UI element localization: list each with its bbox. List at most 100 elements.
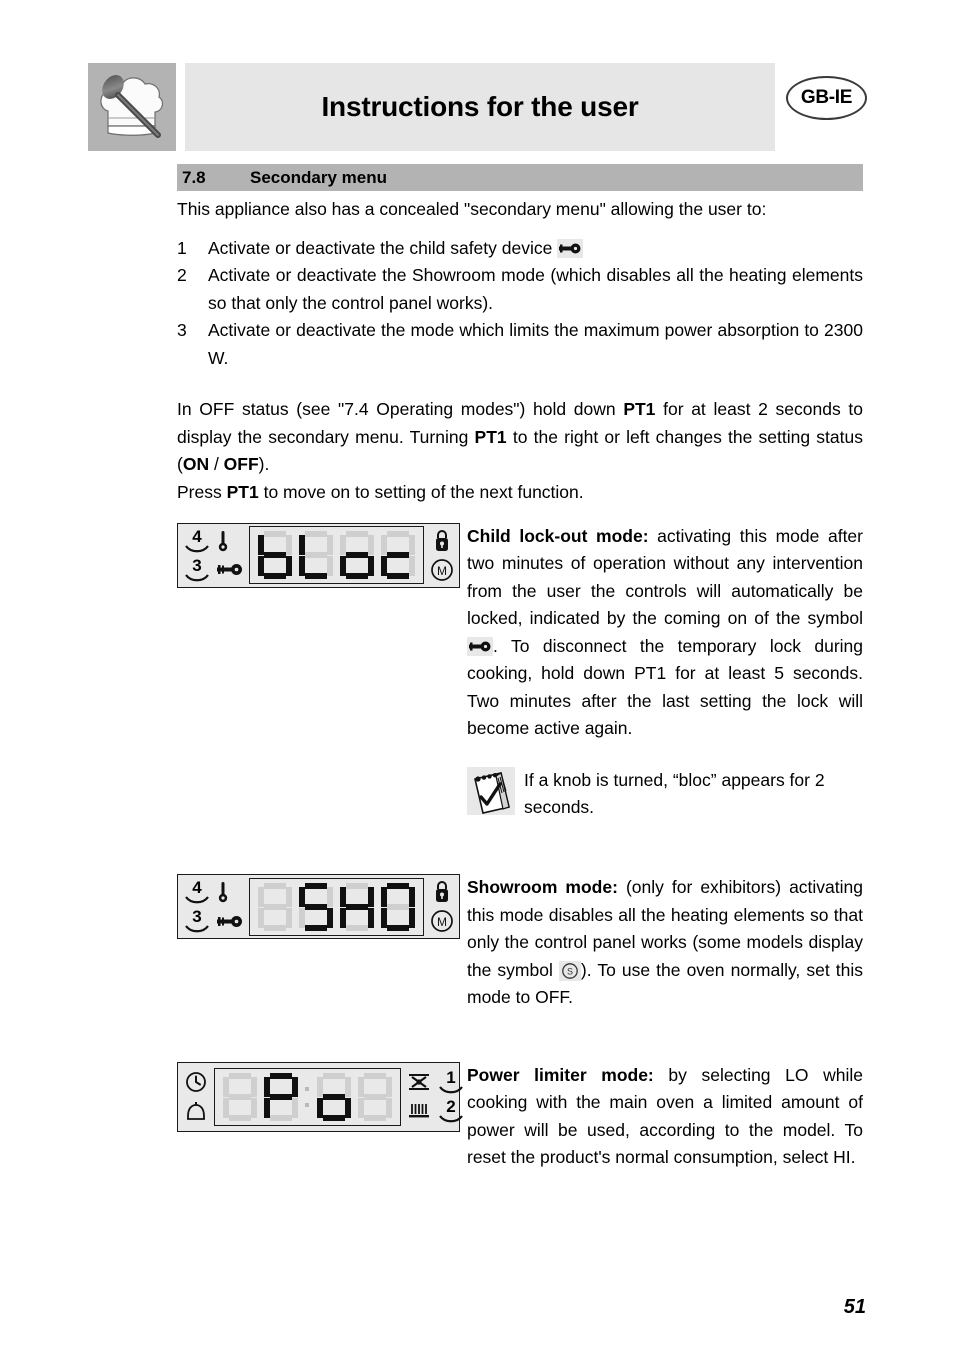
zone-2-label: 2 (446, 1097, 456, 1116)
lcd-digit-1 (223, 1072, 257, 1121)
page-title: Instructions for the user (321, 91, 639, 122)
svg-text:S: S (567, 966, 573, 976)
key-icon (467, 637, 493, 657)
memory-m-icon: M (430, 558, 454, 582)
lcd-left-icons: 4 3 (184, 528, 243, 583)
showroom-title: Showroom mode: (467, 877, 618, 897)
power-limiter-text: Power limiter mode: by selecting LO whil… (467, 1062, 863, 1172)
power-limiter-section: 1 2 Power limiter mode: by selecting LO … (177, 1061, 863, 1222)
showroom-description: Showroom mode: (only for exhibitors) act… (467, 874, 863, 1012)
lcd-left-icons-row-bottom (184, 1098, 208, 1124)
circle-s-icon: S (558, 960, 581, 981)
lcd-left-icons-row-bottom: 3 (184, 908, 243, 934)
thermometer-icon (217, 529, 229, 553)
list-item-label: Activate or deactivate the child safety … (208, 237, 558, 258)
lcd-digit-1 (258, 882, 292, 931)
showroom-section: 4 3 M Showroom mode: (only for exhibitor… (177, 874, 863, 1044)
pan-4-icon: 4 (184, 528, 210, 554)
list-item-number: 2 (177, 265, 187, 285)
page-number: 51 (843, 1296, 866, 1318)
child-lock-section: 4 3 M Child lock-out mode: activating th… (177, 522, 863, 767)
op-text-i: ). (258, 454, 270, 474)
pan-4-label: 4 (192, 526, 202, 546)
lcd-digit-2 (299, 531, 333, 579)
op-slash: / (209, 454, 224, 474)
press-text: Press (177, 481, 227, 502)
list-item-text: Activate or deactivate the mode which li… (208, 320, 863, 368)
lcd-panel-child-lock: 4 3 M (177, 522, 460, 588)
lcd-screen-power-limiter (214, 1067, 401, 1126)
padlock-icon (433, 529, 451, 553)
list-item: 3 Activate or deactivate the mode which … (177, 317, 863, 372)
heating-element-icon (407, 1101, 431, 1121)
note-section: If a knob is turned, “bloc” appears for … (177, 766, 863, 857)
lcd-right-icons: 1 2 (407, 1069, 464, 1124)
pan-4-icon: 4 (184, 879, 210, 905)
intro-content: This appliance also has a concealed "sec… (177, 196, 863, 506)
clock-icon (184, 1070, 208, 1094)
lcd-left-icons-row-top: 4 (184, 879, 243, 905)
op-off: OFF (223, 454, 259, 474)
section-heading-bar: 7.8 Secondary menu (177, 164, 863, 191)
notepad-check-icon (467, 766, 515, 815)
zone-1-icon: 1 (438, 1069, 464, 1095)
mode-sections: 4 3 M Child lock-out mode: activating th… (177, 505, 863, 1222)
power-limiter-title: Power limiter mode: (467, 1064, 654, 1085)
list-item: 1 Activate or deactivate the child safet… (177, 235, 863, 263)
power-limiter-description: Power limiter mode: by selecting LO whil… (467, 1062, 863, 1172)
lcd-right-icons: M (430, 879, 454, 934)
lcd-right-icons-row-bottom: M (430, 908, 454, 934)
list-item-text: Activate or deactivate the child safety … (208, 235, 863, 263)
lcd-right-icons: M (430, 528, 454, 583)
child-lock-title: Child lock-out mode: (467, 525, 649, 546)
child-lock-display-wrap: 4 3 M (177, 522, 460, 588)
memory-m-icon: M (430, 909, 454, 933)
child-lock-body-b: . To disconnect the temporary lock durin… (467, 635, 863, 739)
lcd-right-icons-row-bottom: 2 (407, 1098, 464, 1124)
lcd-right-icons-row-top (430, 879, 454, 905)
showroom-text: Showroom mode: (only for exhibitors) act… (467, 874, 863, 1012)
section-number: 7.8 (182, 167, 206, 187)
list-item-number: 1 (177, 237, 187, 258)
lcd-digit-4 (381, 882, 415, 931)
pan-3-label: 3 (192, 907, 202, 926)
op-pt1-2: PT1 (474, 426, 507, 447)
padlock-icon (433, 880, 451, 904)
fan-crossed-icon (407, 1071, 431, 1093)
pan-3-icon: 3 (184, 908, 210, 934)
header-title-bar: Instructions for the user (185, 63, 775, 151)
press-pt1: PT1 (226, 481, 259, 502)
lcd-screen-child-lock (249, 526, 424, 584)
pan-3-label: 3 (192, 555, 202, 575)
lcd-right-icons-row-top (430, 528, 454, 554)
zone-1-label: 1 (446, 1068, 456, 1087)
list-item: 2 Activate or deactivate the Showroom mo… (177, 262, 863, 317)
lcd-digit-4 (381, 531, 415, 579)
zone-2-icon: 2 (438, 1098, 464, 1124)
child-lock-text: Child lock-out mode: activating this mod… (467, 523, 863, 743)
showroom-display-wrap: 4 3 M (177, 874, 460, 939)
op-text-a: In OFF status (see "7.4 Operating modes"… (177, 399, 624, 419)
chef-hat-spoon-logo (88, 63, 176, 151)
lcd-screen-showroom (249, 877, 424, 936)
pan-4-label: 4 (192, 878, 202, 897)
thermometer-icon (217, 880, 229, 904)
next-function-paragraph: Press PT1 to move on to setting of the n… (177, 479, 863, 507)
lcd-right-icons-row-top: 1 (407, 1069, 464, 1095)
note-text: If a knob is turned, “bloc” appears for … (524, 769, 825, 818)
lcd-left-icons (184, 1069, 208, 1124)
list-item-text: Activate or deactivate the Showroom mode… (208, 265, 863, 313)
press-rest: to move on to setting of the next functi… (258, 481, 584, 502)
key-icon (217, 915, 243, 928)
operating-instructions-paragraph: In OFF status (see "7.4 Operating modes"… (177, 396, 863, 479)
svg-text:M: M (437, 564, 447, 578)
lcd-right-icons-row-bottom: M (430, 557, 454, 583)
feature-list: 1 Activate or deactivate the child safet… (177, 235, 863, 373)
lcd-digit-3 (317, 1072, 351, 1121)
lcd-panel-power-limiter: 1 2 (177, 1061, 463, 1132)
lcd-digit-1 (258, 531, 292, 579)
page-header: Instructions for the user GB-IE (88, 63, 867, 153)
lcd-left-icons-row-top (184, 1069, 208, 1095)
svg-text:M: M (437, 915, 447, 929)
lcd-digit-2 (299, 882, 333, 931)
